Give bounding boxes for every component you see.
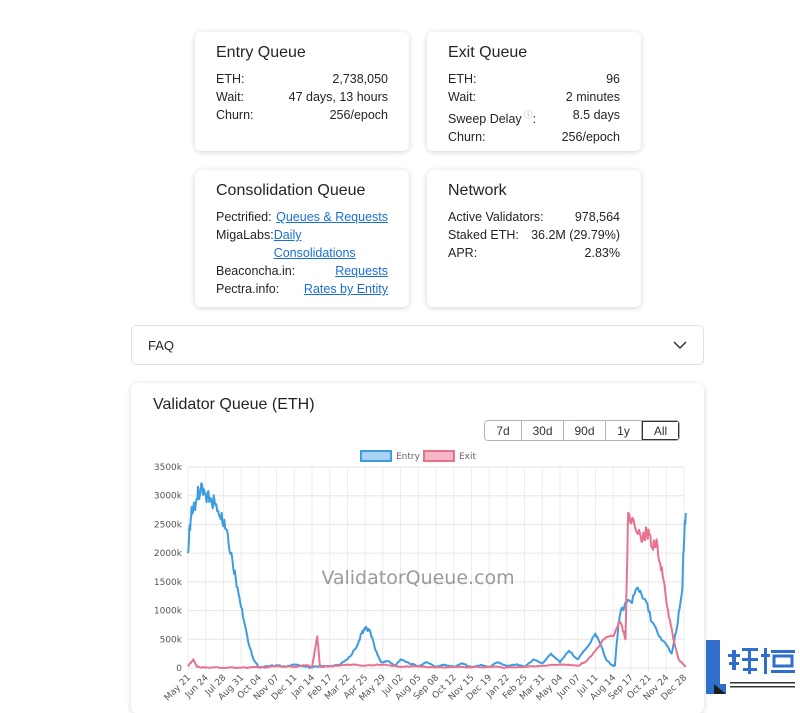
exit-sweep-label: Sweep Delay ⓘ:: [448, 106, 536, 128]
y-tick-label: 2500k: [154, 520, 183, 530]
range-1y-button[interactable]: 1y: [606, 421, 642, 440]
exit-sweep-value: 8.5 days: [572, 108, 620, 122]
migalabs-row: MigaLabs: Daily Consolidations: [216, 226, 388, 262]
pectra-info-label: Pectra.info:: [216, 282, 280, 296]
apr-value: 2.83%: [584, 246, 620, 260]
beaconchain-label: Beaconcha.in:: [216, 264, 296, 278]
network-card: Network Active Validators: 978,564 Stake…: [427, 170, 641, 307]
info-circle-icon[interactable]: ⓘ: [524, 110, 533, 120]
y-tick-label: 500k: [160, 635, 183, 645]
staked-eth-value: 36.2M (29.79%): [531, 228, 620, 242]
apr-row: APR: 2.83%: [448, 244, 620, 262]
apr-label: APR:: [448, 246, 478, 260]
daily-consolidations-link-line2[interactable]: Consolidations: [274, 246, 356, 260]
faq-accordion[interactable]: FAQ: [131, 325, 704, 365]
legend-entry-swatch: [360, 450, 392, 462]
chart-watermark: ValidatorQueue.com: [321, 567, 514, 589]
chevron-down-icon[interactable]: [673, 340, 687, 350]
entry-queue-title: Entry Queue: [216, 44, 306, 61]
y-tick-label: 2000k: [154, 549, 183, 559]
validator-queue-chart: 0 500k 1000k 1500k 2000k 2500k 3000k 3500k May …: [154, 450, 690, 704]
consolidation-queue-title: Consolidation Queue: [216, 182, 366, 199]
beaconchain-row: Beaconcha.in: Requests: [216, 262, 388, 280]
pectrified-label: Pectrified:: [216, 210, 272, 224]
migalabs-label: MigaLabs:: [216, 228, 274, 242]
entry-wait-label: Wait:: [216, 90, 245, 104]
entry-eth-row: ETH: 2,738,050: [216, 70, 388, 88]
y-tick-label: 1000k: [154, 607, 183, 617]
exit-wait-row: Wait: 2 minutes: [448, 88, 620, 106]
exit-churn-value: 256/epoch: [561, 130, 620, 145]
series-line-exit[interactable]: [187, 511, 687, 669]
exit-wait-label: Wait:: [448, 90, 477, 104]
range-selector: 7d 30d 90d 1y All: [484, 420, 680, 441]
y-axis-tick-labels: 0 500k 1000k 1500k 2000k 2500k 3000k 3500k: [154, 463, 183, 674]
staked-eth-label: Staked ETH:: [448, 228, 519, 242]
consolidation-queue-card: Consolidation Queue Pectrified: Queues &…: [195, 170, 409, 307]
entry-queue-card: Entry Queue ETH: 2,738,050 Wait: 47 days…: [195, 32, 409, 151]
legend-entry-label: Entry: [396, 452, 421, 462]
y-tick-label: 1500k: [154, 578, 183, 588]
x-axis-tick-labels: May 21Jun 24Jul 28Aug 31Oct 04Nov 07Dec …: [163, 673, 690, 704]
exit-churn-row: Churn: 256/epoch: [448, 128, 620, 146]
chart-card-title: Validator Queue (ETH): [153, 396, 315, 413]
exit-eth-value: 96: [606, 72, 620, 86]
y-tick-label: 3500k: [154, 463, 183, 473]
range-7d-button[interactable]: 7d: [485, 421, 522, 440]
range-90d-button[interactable]: 90d: [564, 421, 606, 440]
daily-consolidations-link[interactable]: Daily: [274, 228, 302, 242]
entry-wait-value: 47 days, 13 hours: [288, 90, 388, 104]
pectrified-row: Pectrified: Queues & Requests: [216, 208, 388, 226]
faq-label: FAQ: [148, 337, 175, 353]
exit-sweep-row: Sweep Delay ⓘ: 8.5 days: [448, 106, 620, 128]
pectra-info-row: Pectra.info: Rates by Entity: [216, 280, 388, 298]
active-validators-value: 978,564: [574, 210, 620, 224]
entry-churn-label: Churn:: [216, 108, 254, 122]
entry-churn-row: Churn: 256/epoch: [216, 106, 388, 124]
neatdown-logo-icon: [706, 640, 795, 694]
entry-eth-value: 2,738,050: [332, 72, 388, 86]
legend-exit-label: Exit: [459, 452, 477, 462]
network-title: Network: [448, 182, 507, 199]
chart-legend[interactable]: Entry Exit: [360, 450, 477, 462]
exit-eth-label: ETH:: [448, 72, 477, 86]
y-tick-label: 0: [176, 664, 182, 674]
legend-exit-swatch: [423, 450, 455, 462]
range-all-button[interactable]: All: [642, 421, 679, 440]
entry-eth-label: ETH:: [216, 72, 245, 86]
entry-wait-row: Wait: 47 days, 13 hours: [216, 88, 388, 106]
requests-link[interactable]: Requests: [335, 262, 388, 280]
daily-consolidations-link-wrap: Daily Consolidations: [274, 226, 356, 262]
exit-eth-row: ETH: 96: [448, 70, 620, 88]
exit-churn-label: Churn:: [448, 130, 486, 145]
active-validators-label: Active Validators:: [448, 210, 544, 224]
exit-sweep-colon: :: [532, 112, 537, 127]
staked-eth-row: Staked ETH: 36.2M (29.79%): [448, 226, 620, 244]
exit-queue-title: Exit Queue: [448, 44, 528, 61]
exit-queue-card: Exit Queue ETH: 96 Wait: 2 minutes Sweep…: [427, 32, 641, 151]
range-30d-button[interactable]: 30d: [522, 421, 564, 440]
rates-by-entity-link[interactable]: Rates by Entity: [304, 280, 388, 298]
exit-sweep-label-text: Sweep Delay: [448, 112, 522, 127]
queues-requests-link[interactable]: Queues & Requests: [276, 208, 388, 226]
entry-churn-value: 256/epoch: [329, 108, 388, 122]
exit-wait-value: 2 minutes: [565, 90, 620, 104]
active-validators-row: Active Validators: 978,564: [448, 208, 620, 226]
y-tick-label: 3000k: [154, 492, 183, 502]
